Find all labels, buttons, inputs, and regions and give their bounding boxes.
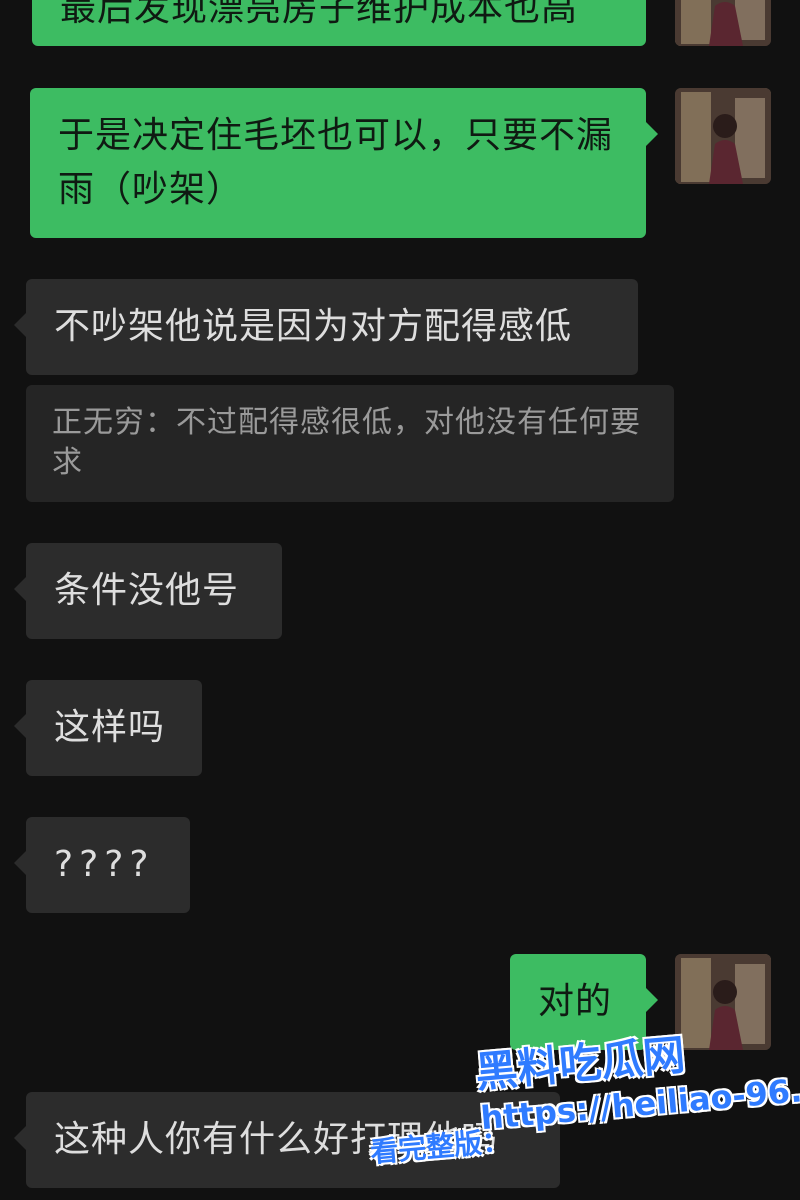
- chat-view: 最后发现漂亮房子维护成本也高 于是决定住毛坯也可以，只要不漏雨（吵架） 不吵架他…: [0, 0, 800, 1200]
- avatar-self[interactable]: [675, 88, 771, 184]
- message-text: 不吵架他说是因为对方配得感低: [54, 306, 573, 347]
- avatar-photo-icon: [675, 954, 771, 1050]
- avatar-self[interactable]: [675, 0, 771, 46]
- message-bubble-sent[interactable]: 于是决定住毛坯也可以，只要不漏雨（吵架）: [30, 88, 658, 238]
- message-text: ????: [54, 844, 155, 885]
- message-text: 对的: [538, 981, 613, 1022]
- avatar-photo-icon: [675, 88, 771, 184]
- quoted-message[interactable]: 正无穷：不过配得感很低，对他没有任何要求: [26, 385, 674, 502]
- message-bubble-received[interactable]: 这种人你有什么好打理他吗: [14, 1092, 560, 1188]
- message-text: 于是决定住毛坯也可以，只要不漏雨（吵架）: [58, 115, 614, 210]
- message-text: 最后发现漂亮房子维护成本也高: [60, 0, 579, 29]
- message-bubble-sent[interactable]: 对的: [510, 954, 658, 1050]
- message-bubble-received[interactable]: 不吵架他说是因为对方配得感低: [14, 279, 638, 375]
- message-bubble-sent[interactable]: 最后发现漂亮房子维护成本也高: [32, 0, 646, 46]
- message-bubble-received[interactable]: 条件没他号: [14, 543, 282, 639]
- avatar-photo-icon: [675, 0, 771, 46]
- quote-text: 正无穷：不过配得感很低，对他没有任何要求: [52, 405, 641, 480]
- message-bubble-received[interactable]: 这样吗: [14, 680, 202, 776]
- message-text: 这种人你有什么好打理他吗: [54, 1119, 499, 1160]
- message-bubble-received[interactable]: ????: [14, 817, 190, 913]
- message-text: 条件没他号: [54, 570, 240, 611]
- avatar-self[interactable]: [675, 954, 771, 1050]
- message-text: 这样吗: [54, 707, 166, 748]
